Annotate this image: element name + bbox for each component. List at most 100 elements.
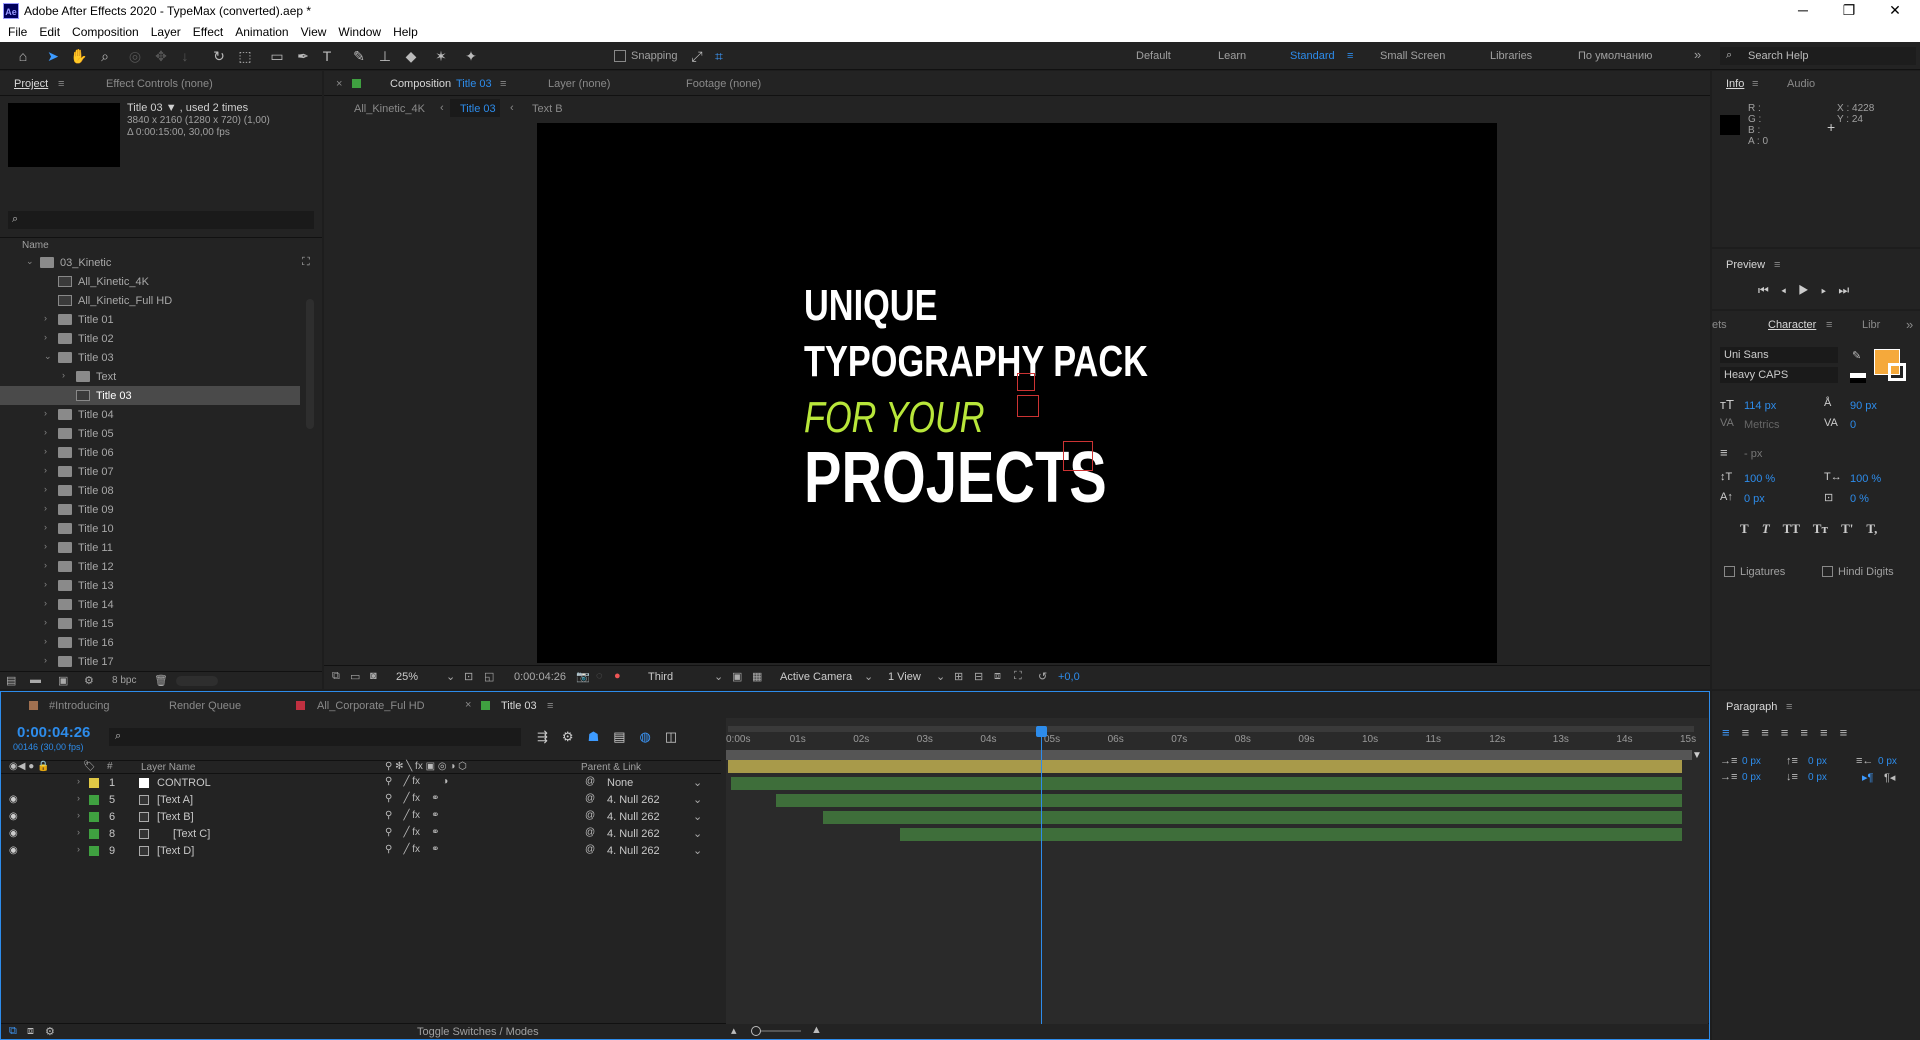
fast-preview-icon[interactable]: ⊟ <box>974 670 983 683</box>
subscript-button[interactable]: T, <box>1866 521 1877 536</box>
project-item[interactable]: › Title 16 <box>0 633 300 652</box>
chevron-down-icon[interactable]: ⌄ <box>44 351 52 362</box>
flowchart-icon[interactable]: ⛶ <box>1014 670 1022 683</box>
adjust-icon[interactable]: ⚙ <box>84 674 94 687</box>
layer-name[interactable]: CONTROL <box>157 777 211 789</box>
chevron-right-icon[interactable]: › <box>44 427 47 437</box>
project-search-input[interactable]: ⌕ <box>8 211 314 229</box>
space-after-value[interactable]: 0 px <box>1808 772 1827 783</box>
layer-duration-bar[interactable] <box>730 777 1682 790</box>
panel-menu-icon[interactable]: ≡ <box>1774 259 1780 271</box>
chevron-right-icon[interactable]: › <box>44 484 47 494</box>
twirl-chevron-icon[interactable]: › <box>77 844 80 854</box>
camera-dropdown[interactable]: Active Camera <box>780 671 852 683</box>
layer-row[interactable]: › 1 CONTROL ⚲ ╱ fx ◑ @ None ⌄ <box>1 775 721 792</box>
zoom-in-icon[interactable]: ▲ <box>811 1024 822 1036</box>
justify-all-icon[interactable]: ≡ <box>1840 725 1860 740</box>
visibility-eye-icon[interactable]: ◉ <box>9 828 18 839</box>
eraser-tool-icon[interactable]: ◆ <box>402 47 420 65</box>
layer-color-label[interactable] <box>89 846 99 856</box>
menu-view[interactable]: View <box>301 22 333 42</box>
frame-blend-icon[interactable]: ▤ <box>613 729 639 744</box>
faux-bold-button[interactable]: T <box>1740 521 1748 536</box>
tab-title03[interactable]: Title 03 <box>501 700 537 712</box>
panel-menu-icon[interactable]: ≡ <box>1752 78 1758 90</box>
menu-composition[interactable]: Composition <box>72 22 145 42</box>
hand-tool-icon[interactable]: ✋ <box>70 47 88 65</box>
text-bounding-box[interactable] <box>1017 373 1035 391</box>
kerning-value[interactable]: Metrics <box>1744 419 1779 431</box>
workspace-menu-icon[interactable]: ≡ <box>1347 50 1353 62</box>
project-item[interactable]: › Title 04 <box>0 405 300 424</box>
snap-edges-icon[interactable]: ⤢ <box>688 47 706 65</box>
workspace-learn[interactable]: Learn <box>1218 50 1246 62</box>
maximize-button[interactable]: ❐ <box>1826 2 1872 19</box>
new-folder-icon[interactable]: ▬ <box>30 674 41 686</box>
region-icon[interactable]: ▣ <box>732 670 742 683</box>
visibility-eye-icon[interactable]: ◉ <box>9 811 18 822</box>
layer-name[interactable]: [Text C] <box>173 828 210 840</box>
workspace-custom[interactable]: По умолчанию <box>1578 50 1652 62</box>
graph-editor-icon[interactable]: ◫ <box>665 729 691 744</box>
parent-link-header[interactable]: Parent & Link <box>581 762 641 773</box>
breadcrumb-title03[interactable]: Title 03 <box>460 103 496 115</box>
tab-footage[interactable]: Footage (none) <box>686 78 761 90</box>
minimize-button[interactable]: ─ <box>1780 2 1826 18</box>
chevron-right-icon[interactable]: › <box>44 598 47 608</box>
project-scrollbar[interactable] <box>306 299 314 429</box>
space-before-value[interactable]: 0 px <box>1808 756 1827 767</box>
ltr-direction-icon[interactable]: ▸¶ <box>1862 771 1873 784</box>
close-button[interactable]: ✕ <box>1872 2 1918 19</box>
tab-character[interactable]: Character <box>1768 319 1816 331</box>
twirl-chevron-icon[interactable]: › <box>77 793 80 803</box>
justify-left-icon[interactable]: ≡ <box>1781 725 1801 740</box>
menu-layer[interactable]: Layer <box>151 22 187 42</box>
layer-name[interactable]: [Text B] <box>157 811 194 823</box>
tab-all-corporate[interactable]: All_Corporate_Ful HD <box>317 700 425 712</box>
toggle-pixel-icon[interactable]: ⊞ <box>954 670 963 683</box>
visibility-eye-icon[interactable]: ◉ <box>9 845 18 856</box>
close-tab-icon[interactable]: × <box>336 78 342 90</box>
chevron-right-icon[interactable]: › <box>44 617 47 627</box>
current-time-display[interactable]: 0:00:04:26 <box>514 671 566 683</box>
project-item[interactable]: › Title 11 <box>0 538 300 557</box>
chevron-right-icon[interactable]: › <box>44 579 47 589</box>
all-caps-button[interactable]: TT <box>1783 521 1800 536</box>
menu-window[interactable]: Window <box>338 22 387 42</box>
workspace-libraries[interactable]: Libraries <box>1490 50 1532 62</box>
project-item[interactable]: ⌄ 03_Kinetic <box>0 253 300 272</box>
workspace-small-screen[interactable]: Small Screen <box>1380 50 1445 62</box>
roto-tool-icon[interactable]: ✶ <box>432 47 450 65</box>
timeline-icon[interactable]: ⧈ <box>994 670 1001 683</box>
pickwhip-icon[interactable]: @ <box>585 844 595 855</box>
tab-libraries[interactable]: Libr <box>1862 319 1880 331</box>
comp-mini-flowchart-icon[interactable]: ⇶ <box>537 729 562 744</box>
indent-left-value[interactable]: 0 px <box>1742 756 1761 767</box>
close-tab-icon[interactable]: × <box>465 699 471 711</box>
project-item[interactable]: › Title 07 <box>0 462 300 481</box>
pickwhip-icon[interactable]: @ <box>585 793 595 804</box>
chevron-right-icon[interactable]: › <box>44 332 47 342</box>
layer-duration-bar[interactable] <box>728 760 1682 773</box>
chevron-right-icon[interactable]: › <box>44 541 47 551</box>
interpret-footage-icon[interactable]: ▤ <box>6 674 16 687</box>
zoom-slider-handle[interactable] <box>751 1026 761 1036</box>
justify-center-icon[interactable]: ≡ <box>1800 725 1820 740</box>
faux-italic-button[interactable]: T <box>1762 521 1770 536</box>
show-snapshot-icon[interactable]: ◌ <box>596 670 603 682</box>
chevron-right-icon[interactable]: › <box>44 313 47 323</box>
workspace-standard[interactable]: Standard <box>1290 50 1335 62</box>
pan-tool-icon[interactable]: ✥ <box>152 47 170 65</box>
layer-switches-icon[interactable]: ⚲ ╱ fx ⚭ <box>385 793 440 804</box>
menu-animation[interactable]: Animation <box>235 22 294 42</box>
parent-dropdown[interactable]: 4. Null 262 <box>607 794 660 806</box>
workspace-default[interactable]: Default <box>1136 50 1171 62</box>
twirl-chevron-icon[interactable]: › <box>77 827 80 837</box>
twirl-chevron-icon[interactable]: › <box>77 776 80 786</box>
channel-icon[interactable]: ● <box>614 670 621 682</box>
vr-icon[interactable]: ◙ <box>370 670 377 682</box>
tab-info[interactable]: Info <box>1726 78 1744 90</box>
leading-value[interactable]: 90 px <box>1850 400 1877 412</box>
layer-duration-bar[interactable] <box>899 828 1682 841</box>
brush-tool-icon[interactable]: ✎ <box>350 47 368 65</box>
